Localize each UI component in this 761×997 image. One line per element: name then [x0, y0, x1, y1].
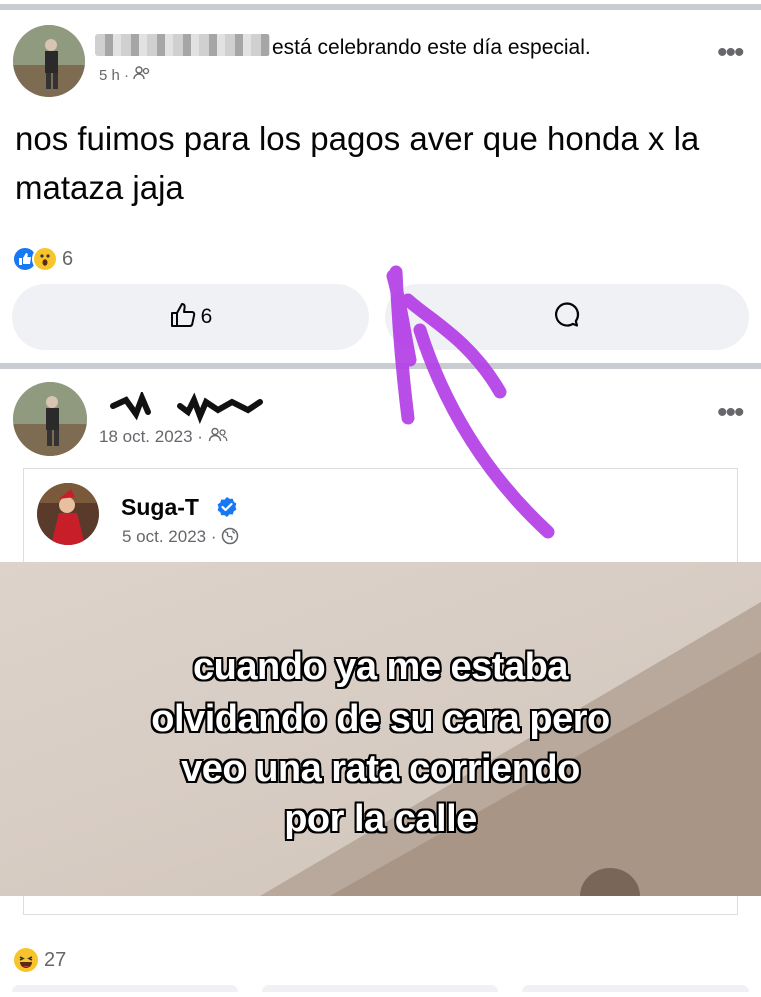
- thumb-outline-icon: [169, 301, 197, 334]
- author-avatar[interactable]: [13, 25, 85, 97]
- shared-post-date[interactable]: 5 oct. 2023 ·: [122, 527, 239, 547]
- post-text: nos fuimos para los pagos aver que honda…: [15, 120, 700, 206]
- haha-icon: [12, 946, 40, 974]
- blurred-author-name[interactable]: [95, 34, 270, 56]
- shared-video-thumbnail[interactable]: cuando ya me estaba olvidando de su cara…: [0, 562, 761, 896]
- post-header-text: está celebrando este día especial.: [272, 36, 591, 59]
- video-caption-line-3: veo una rata corriendo: [181, 748, 580, 790]
- post-timestamp[interactable]: 5 h ·: [99, 66, 151, 84]
- more-options-icon[interactable]: •••: [717, 38, 744, 68]
- like-count: 6: [200, 305, 213, 328]
- more-options-icon-2[interactable]: •••: [717, 398, 744, 428]
- reaction-count-2: 27: [44, 948, 67, 971]
- reaction-count: 6: [62, 247, 74, 270]
- post2-timestamp[interactable]: 18 oct. 2023 ·: [99, 427, 228, 447]
- reaction-summary-2[interactable]: 27: [12, 946, 66, 974]
- video-caption-line-1: cuando ya me estaba: [193, 646, 568, 688]
- reaction-summary[interactable]: 6: [12, 246, 73, 272]
- author-avatar-2[interactable]: [13, 382, 87, 456]
- comment-button[interactable]: [385, 284, 749, 350]
- friends-icon: [208, 427, 228, 446]
- post-divider-top: [0, 4, 761, 10]
- comment-icon: [552, 300, 582, 335]
- action-bar-partial: [0, 985, 761, 992]
- video-caption-line-2: olvidando de su cara pero: [151, 698, 610, 740]
- shared-page-avatar[interactable]: [37, 483, 99, 545]
- friends-icon: [133, 66, 151, 84]
- scribbled-author-name[interactable]: [108, 389, 268, 429]
- like-button[interactable]: 6: [12, 284, 369, 350]
- globe-icon: [221, 527, 239, 546]
- video-caption-line-4: por la calle: [284, 798, 477, 840]
- verified-icon: [216, 496, 238, 523]
- post-divider: [0, 363, 761, 369]
- shared-page-name[interactable]: Suga-T: [121, 494, 199, 521]
- wow-icon: [32, 246, 58, 272]
